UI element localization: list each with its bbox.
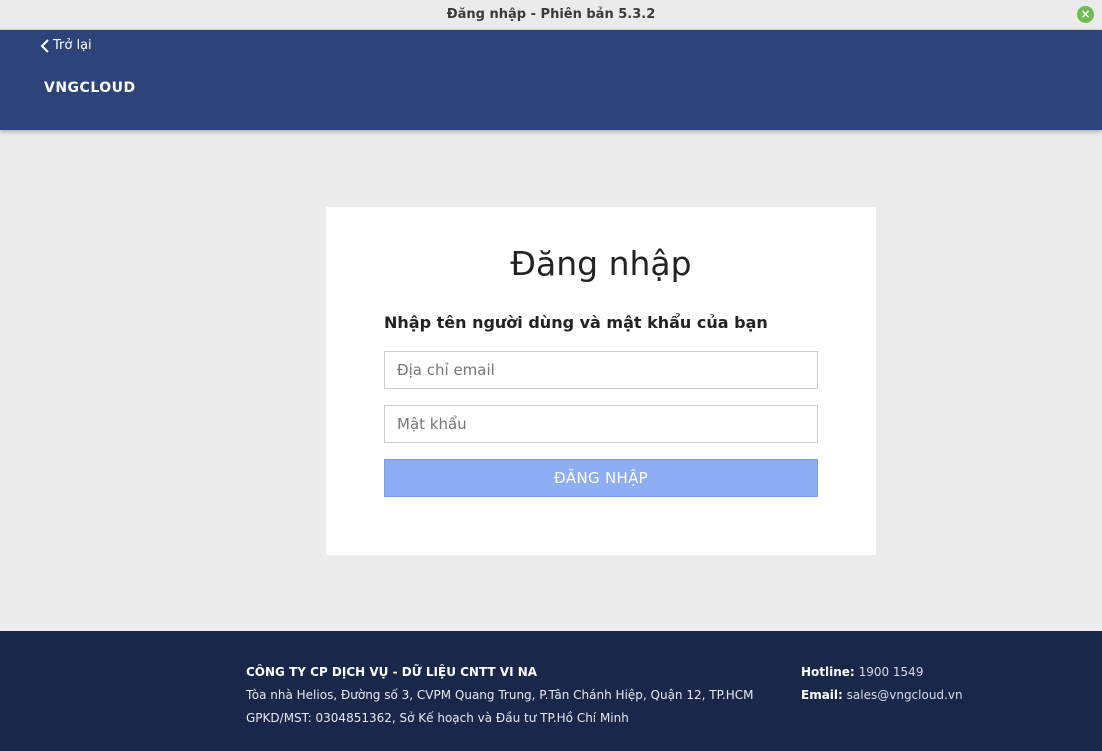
password-field[interactable] xyxy=(384,405,818,443)
chevron-left-icon xyxy=(40,38,49,53)
hotline-value: 1900 1549 xyxy=(858,665,924,679)
vngcloud-logo: VNGCLOUD xyxy=(44,80,136,96)
footer: CÔNG TY CP DỊCH VỤ - DỮ LIỆU CNTT VI NA … xyxy=(0,631,1102,751)
window-titlebar: Đăng nhập - Phiên bản 5.3.2 × xyxy=(0,0,1102,30)
back-label: Trở lại xyxy=(53,38,92,53)
login-heading: Đăng nhập xyxy=(510,244,692,283)
login-subtitle: Nhập tên người dùng và mật khẩu của bạn xyxy=(384,313,768,332)
app-header: Trở lại VNGCLOUD xyxy=(0,30,1102,130)
email-link[interactable]: sales@vngcloud.vn xyxy=(847,688,963,702)
hotline-label: Hotline: xyxy=(801,665,855,679)
footer-license: GPKD/MST: 0304851362, Sở Kế hoạch và Đầu… xyxy=(246,711,629,725)
footer-address: Tòa nhà Helios, Đường số 3, CVPM Quang T… xyxy=(246,688,754,702)
window-title: Đăng nhập - Phiên bản 5.3.2 xyxy=(446,7,656,22)
login-card: Đăng nhập Nhập tên người dùng và mật khẩ… xyxy=(326,207,876,555)
email-label: Email: xyxy=(801,688,843,702)
back-button[interactable]: Trở lại xyxy=(40,38,92,53)
email-field[interactable] xyxy=(384,351,818,389)
footer-hotline: Hotline: 1900 1549 xyxy=(801,661,963,684)
close-icon[interactable]: × xyxy=(1077,6,1094,23)
footer-contact: Hotline: 1900 1549 Email: sales@vngcloud… xyxy=(801,661,963,707)
footer-company-name: CÔNG TY CP DỊCH VỤ - DỮ LIỆU CNTT VI NA xyxy=(246,665,538,679)
footer-email: Email: sales@vngcloud.vn xyxy=(801,684,963,707)
login-button[interactable]: ĐĂNG NHẬP xyxy=(384,459,818,497)
footer-company-info: CÔNG TY CP DỊCH VỤ - DỮ LIỆU CNTT VI NA … xyxy=(246,661,754,730)
